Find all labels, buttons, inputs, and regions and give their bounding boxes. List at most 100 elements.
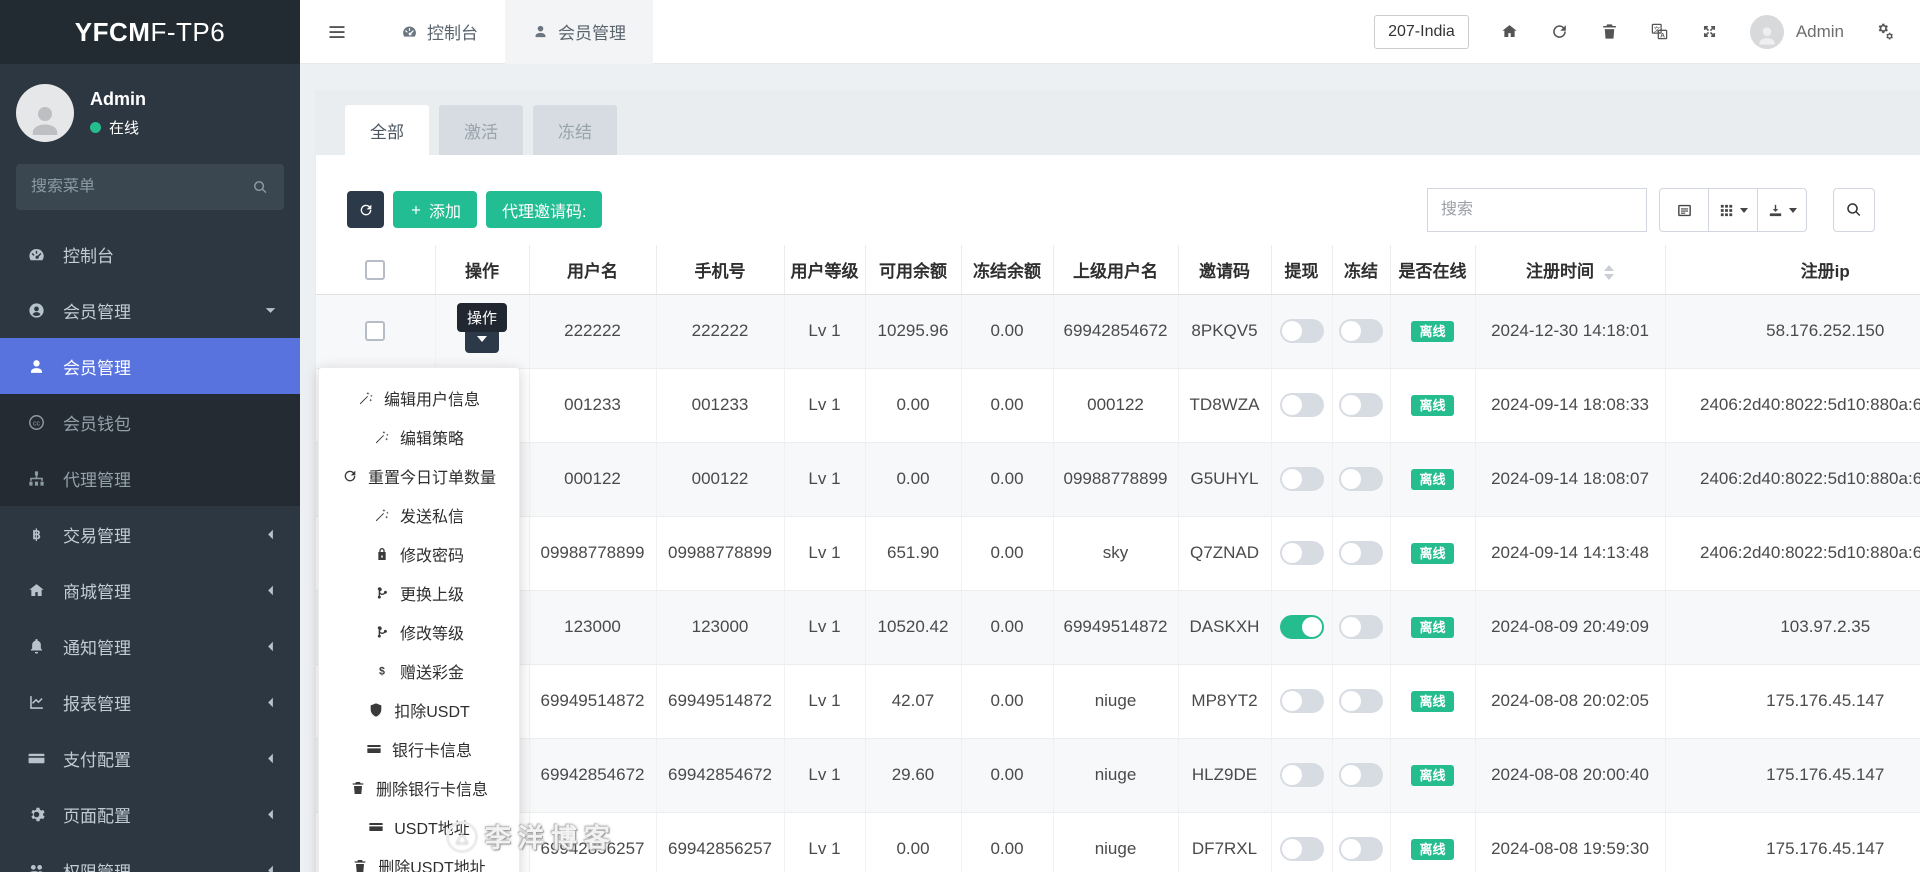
- sidebar-item[interactable]: 权限管理: [0, 842, 300, 872]
- column-header-label: 冻结余额: [973, 262, 1041, 281]
- sidebar-item[interactable]: 商城管理: [0, 562, 300, 618]
- add-member-button[interactable]: 添加: [393, 191, 477, 228]
- translate-button[interactable]: 文A: [1650, 22, 1669, 41]
- freeze-toggle[interactable]: [1339, 689, 1383, 713]
- toggle-knob: [1282, 469, 1302, 489]
- cell-parent-username: niuge: [1053, 664, 1178, 738]
- panel-tab[interactable]: 激活: [439, 105, 523, 155]
- withdraw-toggle[interactable]: [1280, 393, 1324, 417]
- column-header-label: 上级用户名: [1073, 262, 1158, 281]
- sidebar-item[interactable]: 报表管理: [0, 674, 300, 730]
- admin-name: Admin: [1796, 22, 1844, 42]
- cell-invite-code: 8PKQV5: [1178, 294, 1271, 368]
- settings-button[interactable]: [1875, 22, 1894, 41]
- dropdown-item[interactable]: 发送私信: [319, 495, 519, 534]
- header-checkbox[interactable]: [365, 260, 385, 280]
- dropdown-item[interactable]: 编辑策略: [319, 417, 519, 456]
- withdraw-toggle[interactable]: [1280, 541, 1324, 565]
- cell-checkbox: [316, 294, 435, 368]
- clear-cache-button[interactable]: [1600, 22, 1619, 41]
- sidebar-item[interactable]: 支付配置: [0, 730, 300, 786]
- cell-freeze: [1332, 368, 1390, 442]
- column-header: 是否在线: [1390, 245, 1475, 294]
- freeze-toggle[interactable]: [1339, 615, 1383, 639]
- dropdown-item[interactable]: 扣除USDT: [319, 690, 519, 729]
- sidebar-item[interactable]: 会员管理: [0, 338, 300, 394]
- app-logo: YFCMF-TP6: [0, 0, 300, 64]
- table-row: 123000123000Lv 110520.420.0069949514872D…: [316, 590, 1920, 664]
- sidebar-item[interactable]: 控制台: [0, 226, 300, 282]
- sidebar-item[interactable]: 页面配置: [0, 786, 300, 842]
- sidebar-item[interactable]: ฿交易管理: [0, 506, 300, 562]
- sidebar-user-name: Admin: [90, 89, 146, 110]
- dropdown-item[interactable]: $赠送彩金: [319, 651, 519, 690]
- nav-tab-console[interactable]: 控制台: [374, 0, 505, 64]
- column-header[interactable]: 注册时间: [1475, 245, 1665, 294]
- cell-reg-ip: 175.176.45.147: [1665, 738, 1920, 812]
- panel-tab[interactable]: 全部: [345, 105, 429, 155]
- withdraw-toggle[interactable]: [1280, 615, 1324, 639]
- table-search-button[interactable]: [1833, 188, 1875, 232]
- row-checkbox[interactable]: [365, 321, 385, 341]
- user-icon: [25, 357, 48, 376]
- refresh-button[interactable]: [1550, 22, 1569, 41]
- sort-icon: [1604, 265, 1614, 280]
- online-dot: [90, 122, 101, 133]
- menu-search-input[interactable]: [31, 178, 252, 196]
- freeze-toggle[interactable]: [1339, 393, 1383, 417]
- freeze-toggle[interactable]: [1339, 541, 1383, 565]
- dropdown-item[interactable]: 删除银行卡信息: [319, 768, 519, 807]
- freeze-toggle[interactable]: [1339, 837, 1383, 861]
- online-status-badge: 离线: [1411, 691, 1453, 712]
- cell-invite-code: TD8WZA: [1178, 368, 1271, 442]
- dropdown-item[interactable]: USDT地址: [319, 807, 519, 846]
- dropdown-item[interactable]: 编辑用户信息: [319, 378, 519, 417]
- cell-freeze: [1332, 516, 1390, 590]
- dropdown-item-label: USDT地址: [394, 815, 470, 839]
- dropdown-item[interactable]: 更换上级: [319, 573, 519, 612]
- fullscreen-button[interactable]: [1700, 22, 1719, 41]
- table-search-input[interactable]: [1427, 188, 1647, 232]
- table-row: 6994951487269949514872Lv 142.070.00niuge…: [316, 664, 1920, 738]
- cell-available-balance: 0.00: [865, 368, 961, 442]
- dropdown-item[interactable]: 银行卡信息: [319, 729, 519, 768]
- dropdown-item[interactable]: 删除USDT地址: [319, 846, 519, 872]
- toggle-knob: [1341, 469, 1361, 489]
- dropdown-item[interactable]: 修改密码: [319, 534, 519, 573]
- online-status-badge: 离线: [1411, 543, 1453, 564]
- sidebar-toggle-button[interactable]: [300, 22, 374, 42]
- freeze-toggle[interactable]: [1339, 763, 1383, 787]
- admin-user-menu[interactable]: Admin: [1750, 15, 1844, 49]
- withdraw-toggle[interactable]: [1280, 319, 1324, 343]
- withdraw-toggle[interactable]: [1280, 763, 1324, 787]
- menu-search: [16, 164, 284, 210]
- freeze-toggle[interactable]: [1339, 467, 1383, 491]
- cell-username: 69942854672: [529, 738, 656, 812]
- panel-tab[interactable]: 冻结: [533, 105, 617, 155]
- home-button[interactable]: [1500, 22, 1519, 41]
- agent-invite-code-button[interactable]: 代理邀请码:: [486, 191, 602, 228]
- status-tabs: 全部激活冻结: [316, 90, 1920, 155]
- dropdown-item[interactable]: 修改等级: [319, 612, 519, 651]
- withdraw-toggle[interactable]: [1280, 689, 1324, 713]
- export-button[interactable]: [1757, 188, 1807, 232]
- withdraw-toggle[interactable]: [1280, 467, 1324, 491]
- shield-icon: [368, 702, 384, 718]
- dropdown-item[interactable]: 重置今日订单数量: [319, 456, 519, 495]
- nav-tab-members[interactable]: 会员管理: [505, 0, 653, 64]
- cell-username: 69942856257: [529, 812, 656, 872]
- cell-online: 离线: [1390, 294, 1475, 368]
- withdraw-toggle[interactable]: [1280, 837, 1324, 861]
- sidebar-item[interactable]: 会员管理: [0, 282, 300, 338]
- cell-reg-ip: 175.176.45.147: [1665, 664, 1920, 738]
- detail-view-button[interactable]: [1659, 188, 1709, 232]
- toolbar-left: 添加 代理邀请码:: [347, 191, 602, 228]
- sidebar-item[interactable]: 通知管理: [0, 618, 300, 674]
- sidebar-menu: 控制台会员管理会员管理cc会员钱包代理管理฿交易管理商城管理通知管理报表管理支付…: [0, 226, 300, 872]
- table-refresh-button[interactable]: [347, 191, 384, 228]
- sidebar-item[interactable]: cc会员钱包: [0, 394, 300, 450]
- sidebar-item[interactable]: 代理管理: [0, 450, 300, 506]
- freeze-toggle[interactable]: [1339, 319, 1383, 343]
- columns-button[interactable]: [1708, 188, 1758, 232]
- cell-level: Lv 1: [784, 812, 865, 872]
